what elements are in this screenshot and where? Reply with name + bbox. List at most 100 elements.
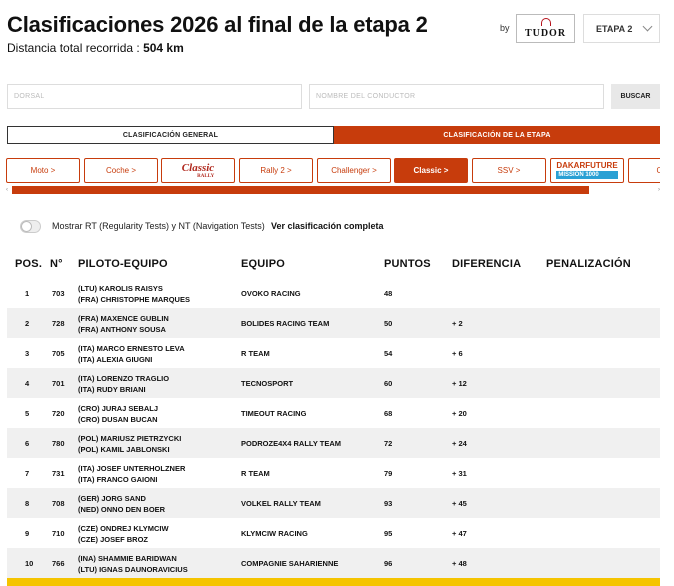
highlight-bar [7,578,660,586]
category-classic[interactable]: Classic > [394,158,468,183]
row-position: 9 [25,529,30,538]
regularity-toggle[interactable] [20,220,41,233]
row-pilots: (LTU) KAROLIS RAISYS (FRA) CHRISTOPHE MAR… [78,283,190,305]
category-camion[interactable]: Cam [628,158,660,183]
table-row[interactable]: 9 710 KLYMCIW RACING 95 + 47 (CZE) ONDREJ KLY… [7,518,660,548]
scroll-right-icon[interactable]: › [658,186,660,194]
tab-general-classification[interactable]: CLASIFICACIÓN GENERAL [7,126,334,144]
pilot-name: (FRA) MAXENCE GUBLIN [78,314,169,323]
row-number: 720 [52,409,65,418]
table-row[interactable]: 4 701 TECNOSPORT 60 + 12 (ITA) LORENZO TRAGLI… [7,368,660,398]
chevron-down-icon [642,21,653,32]
row-team: BOLIDES RACING TEAM [241,319,330,328]
category-coche[interactable]: Coche > [84,158,158,183]
row-team: TIMEOUT RACING [241,409,307,418]
header-diff: DIFERENCIA [452,258,522,270]
category-classic-rally-logo[interactable]: Classic RALLY [161,158,235,183]
tab-stage-classification[interactable]: CLASIFICACIÓN DE LA ETAPA [334,126,660,144]
row-points: 95 [384,529,393,538]
row-points: 48 [384,289,393,298]
category-ssv[interactable]: SSV > [472,158,546,183]
table-row[interactable]: 8 708 VOLKEL RALLY TEAM 93 + 45 (GER) JORG SA… [7,488,660,518]
pilot-name: (LTU) IGNAS DAUNORAVICIUS [78,565,188,574]
distance-value: 504 km [143,41,184,55]
row-points: 60 [384,379,393,388]
sponsor-name: TUDOR [524,28,567,39]
category-challenger[interactable]: Challenger > [317,158,391,183]
row-points: 96 [384,559,393,568]
row-number: 728 [52,319,65,328]
row-team: R TEAM [241,349,270,358]
dakar-future-logo: DAKARFUTURE MISSION 1000 [556,161,618,179]
category-scrollbar[interactable]: ‹ › [6,186,660,194]
distance-summary: Distancia total recorrida : 504 km [7,41,184,55]
row-position: 3 [25,349,30,358]
table-row[interactable]: 2 728 BOLIDES RACING TEAM 50 + 2 (FRA) MAXENC… [7,308,660,338]
table-row[interactable]: 1 703 OVOKO RACING 48 (LTU) KAROLIS RAISYS (F… [7,278,660,308]
row-team: PODROZE4X4 RALLY TEAM [241,439,342,448]
row-points: 50 [384,319,393,328]
row-difference: + 47 [452,529,467,538]
sponsor-by-label: by [500,23,510,33]
header-points: PUNTOS [384,258,431,270]
row-points: 72 [384,439,393,448]
category-moto[interactable]: Moto > [6,158,80,183]
category-rally2[interactable]: Rally 2 > [239,158,313,183]
row-position: 1 [25,289,30,298]
pilot-name: (CRO) DUSAN BUCAN [78,415,158,424]
pilot-name: (CRO) JURAJ SEBALJ [78,404,159,413]
pilot-name: (LTU) KAROLIS RAISYS [78,284,163,293]
row-number: 766 [52,559,65,568]
distance-label: Distancia total recorrida : [7,41,140,55]
row-points: 68 [384,409,393,418]
table-row[interactable]: 10 766 COMPAGNIE SAHARIENNE 96 + 48 (INA) SHA… [7,548,660,578]
stage-select-value: ETAPA 2 [596,23,633,34]
row-points: 54 [384,349,393,358]
row-position: 2 [25,319,30,328]
row-difference: + 48 [452,559,467,568]
row-position: 4 [25,379,30,388]
header-penalty: PENALIZACIÓN [546,258,631,270]
scrollbar-thumb[interactable] [12,186,589,194]
category-dakar-future[interactable]: DAKARFUTURE MISSION 1000 [550,158,624,183]
table-row[interactable]: 6 780 PODROZE4X4 RALLY TEAM 72 + 24 (POL) MAR… [7,428,660,458]
pilot-name: (FRA) ANTHONY SOUSA [78,325,166,334]
driver-name-input[interactable]: NOMBRE DEL CONDUCTOR [309,84,604,109]
row-team: KLYMCIW RACING [241,529,308,538]
toggle-knob [21,221,32,232]
pilot-name: (ITA) JOSEF UNTERHOLZNER [78,464,186,473]
row-position: 10 [25,559,34,568]
row-team: TECNOSPORT [241,379,294,388]
pilot-name: (ITA) FRANCO GAIONI [78,475,158,484]
row-difference: + 45 [452,499,467,508]
pilot-name: (ITA) RUDY BRIANI [78,385,146,394]
row-number: 703 [52,289,65,298]
row-team: VOLKEL RALLY TEAM [241,499,321,508]
page-title: Clasificaciones 2026 al final de la etap… [7,12,428,37]
row-position: 6 [25,439,30,448]
table-row[interactable]: 5 720 TIMEOUT RACING 68 + 20 (CRO) JURAJ SEBA… [7,398,660,428]
row-team: R TEAM [241,469,270,478]
shield-icon [540,18,551,26]
header-pos: POS. [15,258,43,270]
row-number: 731 [52,469,65,478]
table-row[interactable]: 3 705 R TEAM 54 + 6 (ITA) MARCO ERNESTO LEVA(… [7,338,660,368]
table-row[interactable]: 7 731 R TEAM 79 + 31 (ITA) JOSEF UNTERHOLZNER… [7,458,660,488]
row-difference: + 20 [452,409,467,418]
row-number: 780 [52,439,65,448]
sponsor-logo[interactable]: TUDOR [516,14,575,43]
dorsal-input[interactable]: DORSAL [7,84,302,109]
stage-select[interactable]: ETAPA 2 [583,14,660,43]
row-points: 93 [384,499,393,508]
header-team: EQUIPO [241,258,285,270]
header-num: N° [50,258,63,270]
scroll-left-icon[interactable]: ‹ [6,186,8,194]
pilot-name: (POL) MARIUSZ PIETRZYCKI [78,434,182,443]
row-pilots: (INA) SHAMMIE BARIDWAN (LTU) IGNAS DAUNOR… [78,553,188,575]
row-pilots: (ITA) JOSEF UNTERHOLZNER (ITA) FRANCO GAI… [78,463,185,485]
results-table: 1 703 OVOKO RACING 48 (LTU) KAROLIS RAISYS (F… [7,278,660,578]
search-button[interactable]: BUSCAR [611,84,660,109]
full-classification-link[interactable]: Ver clasificación completa [271,221,384,231]
row-team: COMPAGNIE SAHARIENNE [241,559,339,568]
row-position: 8 [25,499,30,508]
